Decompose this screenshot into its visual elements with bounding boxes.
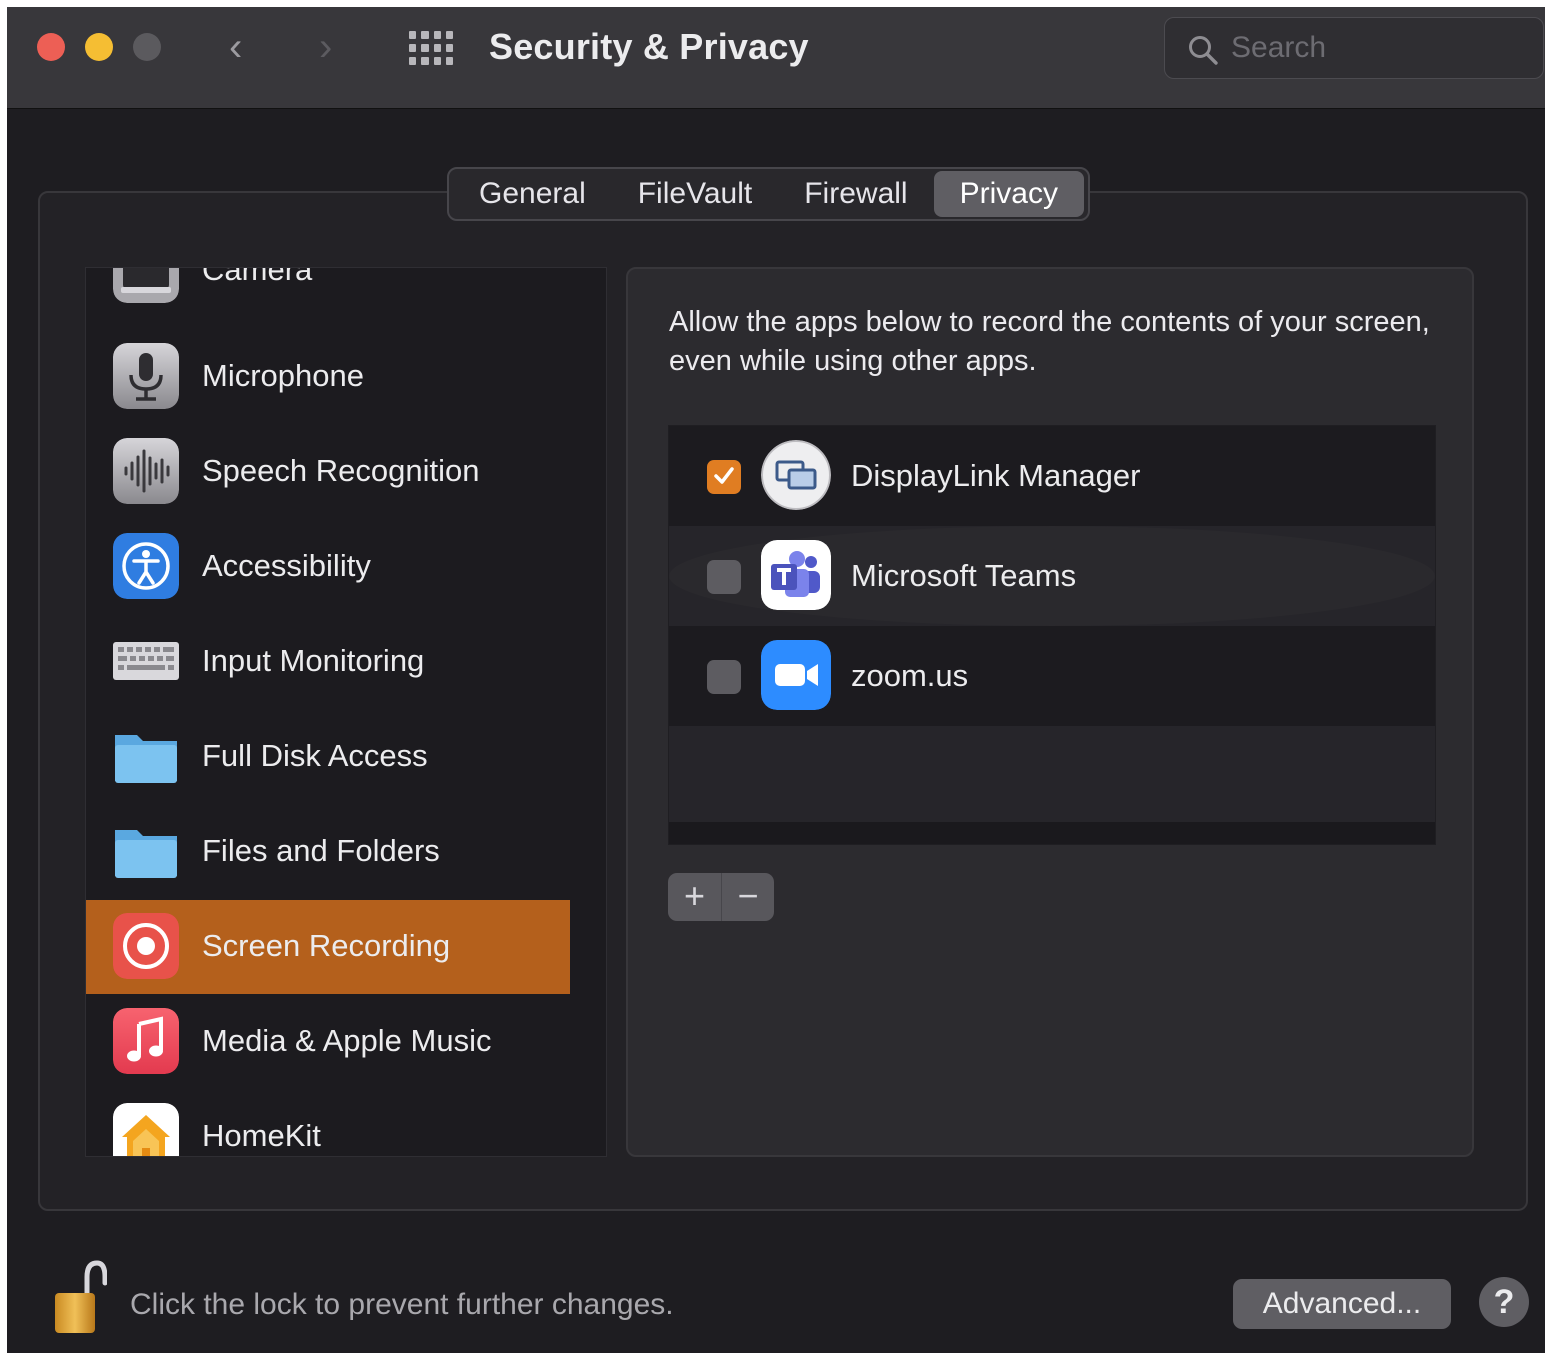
music-note-icon	[113, 1008, 179, 1074]
tab-privacy[interactable]: Privacy	[933, 171, 1084, 217]
app-name: Microsoft Teams	[851, 558, 1077, 593]
app-name: zoom.us	[851, 658, 969, 693]
sidebar-item-label: Speech Recognition	[202, 453, 480, 488]
zoom-icon	[761, 640, 831, 710]
sidebar-item-media-apple-music[interactable]: Media & Apple Music	[86, 995, 570, 1089]
search-input[interactable]	[1231, 30, 1521, 66]
lock-status-text: Click the lock to prevent further change…	[130, 1288, 674, 1321]
app-name: DisplayLink Manager	[851, 458, 1141, 493]
speech-waveform-icon	[113, 438, 179, 504]
sidebar-item-label: Screen Recording	[202, 928, 451, 963]
sidebar-item-label: Microphone	[202, 358, 364, 393]
sidebar-item-microphone[interactable]: Microphone	[86, 330, 570, 424]
sidebar-item-accessibility[interactable]: Accessibility	[86, 520, 570, 614]
zoom-checkbox[interactable]	[707, 660, 741, 694]
displaylink-checkbox[interactable]	[707, 460, 741, 494]
tab-general[interactable]: General	[453, 171, 612, 217]
help-button[interactable]: ?	[1479, 1277, 1529, 1327]
sidebar-item-label: Files and Folders	[202, 833, 440, 868]
sidebar-item-label: Camera	[202, 267, 313, 287]
add-remove-control: + −	[668, 873, 774, 921]
sidebar-item-speech-recognition[interactable]: Speech Recognition	[86, 425, 570, 519]
show-all-grid-icon[interactable]	[409, 31, 453, 65]
sidebar-item-label: Media & Apple Music	[202, 1023, 492, 1058]
unlocked-lock-icon[interactable]	[51, 1255, 107, 1335]
minimize-window-button[interactable]	[85, 33, 113, 61]
home-icon	[113, 1103, 179, 1156]
app-row-displaylink[interactable]: DisplayLink Manager	[669, 426, 1435, 526]
teams-icon	[761, 540, 831, 610]
sidebar-item-label: Input Monitoring	[202, 643, 425, 678]
add-app-button[interactable]: +	[668, 873, 721, 921]
app-row-teams[interactable]: Microsoft Teams	[669, 526, 1435, 626]
folder-icon	[115, 830, 177, 878]
list-footer	[669, 822, 1435, 844]
checkmark-icon	[714, 467, 734, 484]
sidebar-item-full-disk-access[interactable]: Full Disk Access	[86, 710, 570, 804]
app-row-zoom[interactable]: zoom.us	[669, 626, 1435, 726]
tab-firewall[interactable]: Firewall	[778, 171, 933, 217]
advanced-button[interactable]: Advanced...	[1233, 1279, 1451, 1329]
screen-recording-panel: Allow the apps below to record the conte…	[626, 267, 1474, 1157]
app-list: DisplayLink Manager Microsoft Teams zoom…	[668, 425, 1436, 845]
sidebar-item-label: Full Disk Access	[202, 738, 428, 773]
folder-icon	[115, 735, 177, 783]
sidebar-item-camera[interactable]: Camera	[86, 267, 570, 318]
close-window-button[interactable]	[37, 33, 65, 61]
sidebar-item-label: HomeKit	[202, 1118, 321, 1153]
zoom-window-button[interactable]	[133, 33, 161, 61]
sidebar-item-homekit[interactable]: HomeKit	[86, 1090, 570, 1156]
tab-bar: General FileVault Firewall Privacy	[447, 167, 1090, 221]
window-title: Security & Privacy	[489, 26, 809, 67]
camera-icon	[113, 268, 179, 303]
privacy-category-list[interactable]: Camera Microphone Speech Recognition Acc…	[85, 267, 607, 1157]
panel-description: Allow the apps below to record the conte…	[669, 306, 1430, 377]
screen-recording-icon	[113, 913, 179, 979]
sidebar-item-label: Accessibility	[202, 548, 371, 583]
forward-chevron-icon[interactable]: ›	[319, 25, 332, 69]
remove-app-button[interactable]: −	[721, 873, 774, 921]
displaylink-icon	[761, 440, 831, 510]
sidebar-item-screen-recording[interactable]: Screen Recording	[86, 900, 570, 994]
tab-filevault[interactable]: FileVault	[612, 171, 779, 217]
security-privacy-window: ‹ › Security & Privacy General FileVault…	[7, 7, 1545, 1353]
search-field[interactable]	[1164, 17, 1544, 79]
keyboard-icon	[113, 642, 179, 680]
sidebar-item-files-and-folders[interactable]: Files and Folders	[86, 805, 570, 899]
sidebar-item-input-monitoring[interactable]: Input Monitoring	[86, 615, 570, 709]
accessibility-icon	[113, 533, 179, 599]
title-bar: ‹ › Security & Privacy	[7, 7, 1545, 109]
teams-checkbox[interactable]	[707, 560, 741, 594]
back-chevron-icon[interactable]: ‹	[229, 25, 242, 69]
microphone-icon	[113, 343, 179, 409]
search-icon	[1189, 36, 1218, 65]
